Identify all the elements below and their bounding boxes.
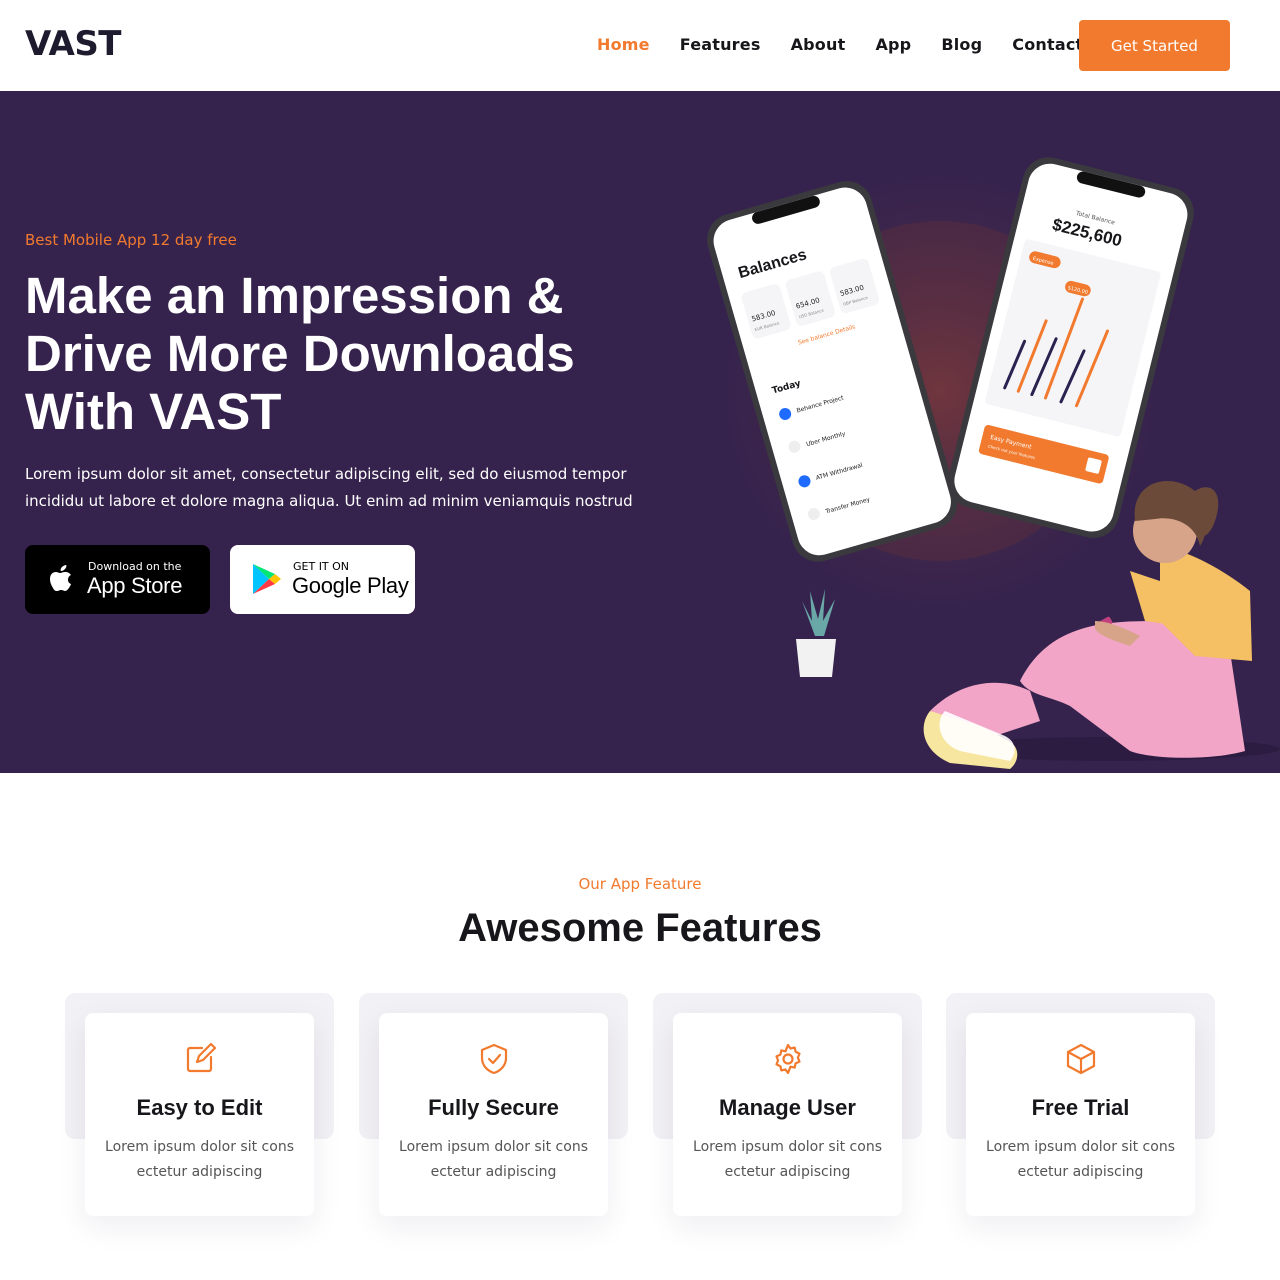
feature-card-free-trial[interactable]: Free Trial Lorem ipsum dolor sit cons ec… (966, 1013, 1195, 1216)
nav-blog[interactable]: Blog (941, 35, 982, 54)
nav-about[interactable]: About (791, 35, 846, 54)
app-store-big-text: App Store (87, 573, 183, 598)
app-store-small-text: Download on the (88, 560, 182, 573)
nav-features[interactable]: Features (680, 35, 761, 54)
gear-icon (775, 1043, 801, 1075)
edit-icon (186, 1043, 216, 1073)
feature-title: Fully Secure (428, 1095, 559, 1120)
google-play-icon (253, 564, 281, 594)
features-title: Awesome Features (458, 906, 822, 950)
main-nav: Home Features About App Blog Contact (597, 35, 1113, 54)
feature-text: Lorem ipsum dolor sit cons ectetur adipi… (693, 1139, 882, 1180)
feature-text: Lorem ipsum dolor sit cons ectetur adipi… (105, 1139, 294, 1180)
shield-check-icon (480, 1043, 508, 1075)
feature-title: Manage User (719, 1095, 856, 1120)
features-tag: Our App Feature (578, 875, 702, 893)
nav-home[interactable]: Home (597, 35, 650, 54)
google-play-big-text: Google Play (292, 573, 409, 598)
google-play-small-text: GET IT ON (293, 560, 350, 573)
hero-illustration: Balances 583.00 654.00 583.00 EUR Balanc… (707, 157, 1280, 769)
nav-contact[interactable]: Contact (1012, 35, 1083, 54)
box-icon (1066, 1043, 1096, 1075)
feature-card-fully-secure[interactable]: Fully Secure Lorem ipsum dolor sit cons … (379, 1013, 608, 1216)
feature-text: Lorem ipsum dolor sit cons ectetur adipi… (399, 1139, 588, 1180)
apple-icon (50, 565, 71, 591)
nav-app[interactable]: App (875, 35, 911, 54)
hero-description: Lorem ipsum dolor sit amet, consectetur … (25, 465, 633, 510)
feature-card-manage-user[interactable]: Manage User Lorem ipsum dolor sit cons e… (673, 1013, 902, 1216)
feature-title: Easy to Edit (136, 1095, 263, 1120)
site-header: VAST Home Features About App Blog Contac… (0, 0, 1280, 91)
hero-title: Make an Impression & Drive More Download… (25, 267, 575, 440)
app-store-button[interactable]: Download on the App Store (25, 545, 210, 614)
plant-illustration (796, 589, 836, 677)
hero-tagline: Best Mobile App 12 day free (25, 231, 237, 249)
get-started-button[interactable]: Get Started (1079, 20, 1230, 71)
hero-section: Best Mobile App 12 day free Make an Impr… (0, 91, 1280, 773)
feature-card-easy-to-edit[interactable]: Easy to Edit Lorem ipsum dolor sit cons … (85, 1013, 314, 1216)
google-play-button[interactable]: GET IT ON Google Play (230, 545, 415, 614)
feature-text: Lorem ipsum dolor sit cons ectetur adipi… (986, 1139, 1175, 1180)
feature-title: Free Trial (1031, 1095, 1130, 1120)
logo[interactable]: VAST (25, 24, 122, 64)
